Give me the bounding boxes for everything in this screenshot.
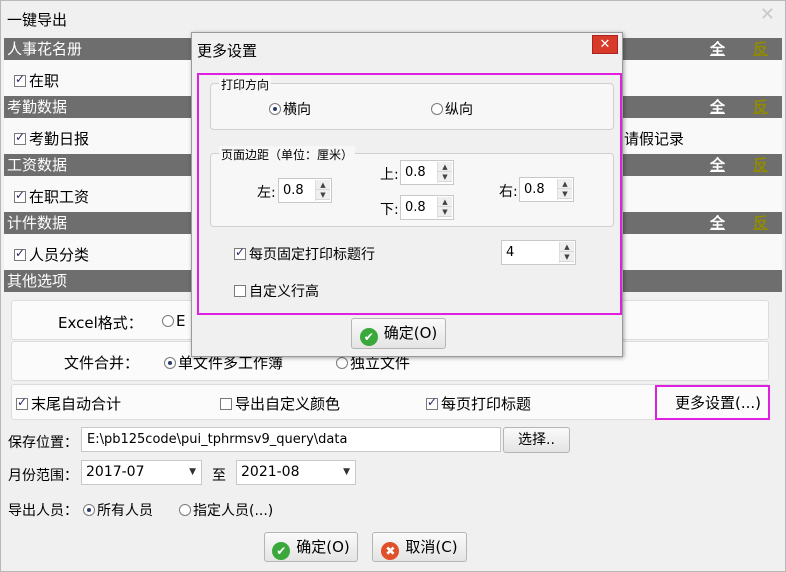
export-people-label: 导出人员：: [8, 503, 78, 519]
radio-all-people[interactable]: 所有人员: [83, 500, 153, 520]
checkbox-icon: [14, 130, 26, 145]
radio-portrait[interactable]: 纵向: [431, 99, 473, 119]
top-margin-input[interactable]: 0.8 ▲ ▼: [400, 160, 454, 185]
checkbox-icon: [426, 395, 438, 410]
checkbox-in-service-salary[interactable]: 在职工资: [14, 186, 89, 207]
radio-icon: [431, 103, 443, 115]
save-path-field[interactable]: E:\pb125code\pui_tphrmsv9_query\data: [81, 427, 501, 452]
invert-selection-link[interactable]: 反: [753, 38, 768, 60]
choose-path-button[interactable]: 选择..: [503, 427, 570, 453]
checkbox-fixed-title-rows[interactable]: 每页固定打印标题行: [234, 244, 375, 264]
checkbox-leave-record[interactable]: 请假记录: [624, 128, 684, 149]
left-margin-label: 左:: [257, 185, 276, 201]
spin-arrows-icon[interactable]: ▲ ▼: [557, 179, 572, 200]
section-title: 人事花名册: [7, 40, 83, 58]
checkbox-icon: [220, 398, 232, 410]
file-merge-label: 文件合并：: [64, 354, 140, 372]
x-circle-icon: ✖: [381, 542, 400, 560]
radio-icon: [336, 357, 348, 369]
checkbox-icon: [16, 395, 28, 410]
checkbox-custom-row-height[interactable]: 自定义行高: [234, 281, 319, 301]
right-margin-input[interactable]: 0.8 ▲ ▼: [519, 177, 574, 202]
checkbox-auto-total[interactable]: 末尾自动合计: [16, 393, 121, 414]
checkbox-print-title-each-page[interactable]: 每页打印标题: [426, 393, 531, 414]
check-circle-icon: ✔: [359, 328, 378, 346]
spin-arrows-icon[interactable]: ▲ ▼: [559, 242, 574, 263]
excel-format-option[interactable]: E: [162, 312, 185, 330]
right-margin-label: 右:: [499, 184, 518, 200]
spin-arrows-icon[interactable]: ▲ ▼: [437, 197, 452, 218]
invert-selection-link[interactable]: 反: [753, 212, 768, 234]
chevron-down-icon: ▼: [189, 467, 196, 477]
radio-landscape[interactable]: 横向: [269, 99, 311, 119]
checkbox-export-custom-color[interactable]: 导出自定义颜色: [220, 393, 340, 414]
select-all-link[interactable]: 全: [710, 154, 725, 176]
month-to-select[interactable]: 2021-08 ▼: [236, 460, 356, 485]
title-rows-input[interactable]: 4 ▲ ▼: [501, 240, 576, 265]
section-title: 考勤数据: [7, 98, 68, 116]
save-location-label: 保存位置：: [8, 435, 78, 451]
section-title: 工资数据: [7, 156, 68, 174]
invert-selection-link[interactable]: 反: [753, 96, 768, 118]
ok-button[interactable]: ✔ 确定(O): [264, 532, 358, 562]
radio-icon: [179, 504, 191, 516]
bottom-margin-label: 下:: [380, 202, 399, 218]
checkbox-in-service[interactable]: 在职: [14, 70, 59, 91]
spin-arrows-icon[interactable]: ▲ ▼: [315, 180, 330, 201]
section-title: 其他选项: [7, 272, 68, 290]
month-range-label: 月份范围：: [8, 468, 78, 484]
checkbox-staff-category[interactable]: 人员分类: [14, 244, 89, 265]
checkbox-icon: [14, 246, 26, 261]
chevron-down-icon: ▼: [343, 467, 350, 477]
radio-icon: [83, 504, 95, 516]
more-settings-dialog: 更多设置 ✕ 打印方向 横向 纵向 页面边距（单位：厘米） 左: 0.8 ▲ ▼ 上…: [191, 32, 623, 357]
window-close-icon[interactable]: ✕: [760, 4, 775, 25]
checkbox-icon: [234, 245, 246, 260]
top-margin-label: 上:: [380, 167, 399, 183]
checkbox-daily-attendance[interactable]: 考勤日报: [14, 128, 89, 149]
section-title: 计件数据: [7, 214, 68, 232]
bottom-margin-input[interactable]: 0.8 ▲ ▼: [400, 195, 454, 220]
radio-icon: [162, 315, 174, 327]
radio-specified-people[interactable]: 指定人员(...): [179, 500, 273, 520]
month-to-label: 至: [212, 468, 226, 484]
dialog-close-icon[interactable]: ✕: [592, 35, 618, 54]
excel-format-label: Excel格式：: [58, 314, 143, 332]
margins-group-label: 页面边距（单位：厘米）: [219, 146, 356, 163]
window-title: 一键导出: [7, 11, 68, 29]
dialog-ok-button[interactable]: ✔ 确定(O): [351, 318, 446, 349]
dialog-title: 更多设置: [197, 42, 258, 60]
cancel-button[interactable]: ✖ 取消(C): [372, 532, 467, 562]
orientation-group-label: 打印方向: [219, 76, 272, 93]
checkbox-icon: [14, 72, 26, 87]
spin-arrows-icon[interactable]: ▲ ▼: [437, 162, 452, 183]
radio-icon: [164, 357, 176, 369]
invert-selection-link[interactable]: 反: [753, 154, 768, 176]
select-all-link[interactable]: 全: [710, 96, 725, 118]
radio-icon: [269, 103, 281, 115]
left-margin-input[interactable]: 0.8 ▲ ▼: [278, 178, 332, 203]
more-settings-button[interactable]: 更多设置(...): [675, 392, 761, 413]
month-from-select[interactable]: 2017-07 ▼: [81, 460, 202, 485]
check-circle-icon: ✔: [272, 542, 291, 560]
select-all-link[interactable]: 全: [710, 38, 725, 60]
checkbox-icon: [14, 188, 26, 203]
checkbox-icon: [234, 285, 246, 297]
select-all-link[interactable]: 全: [710, 212, 725, 234]
